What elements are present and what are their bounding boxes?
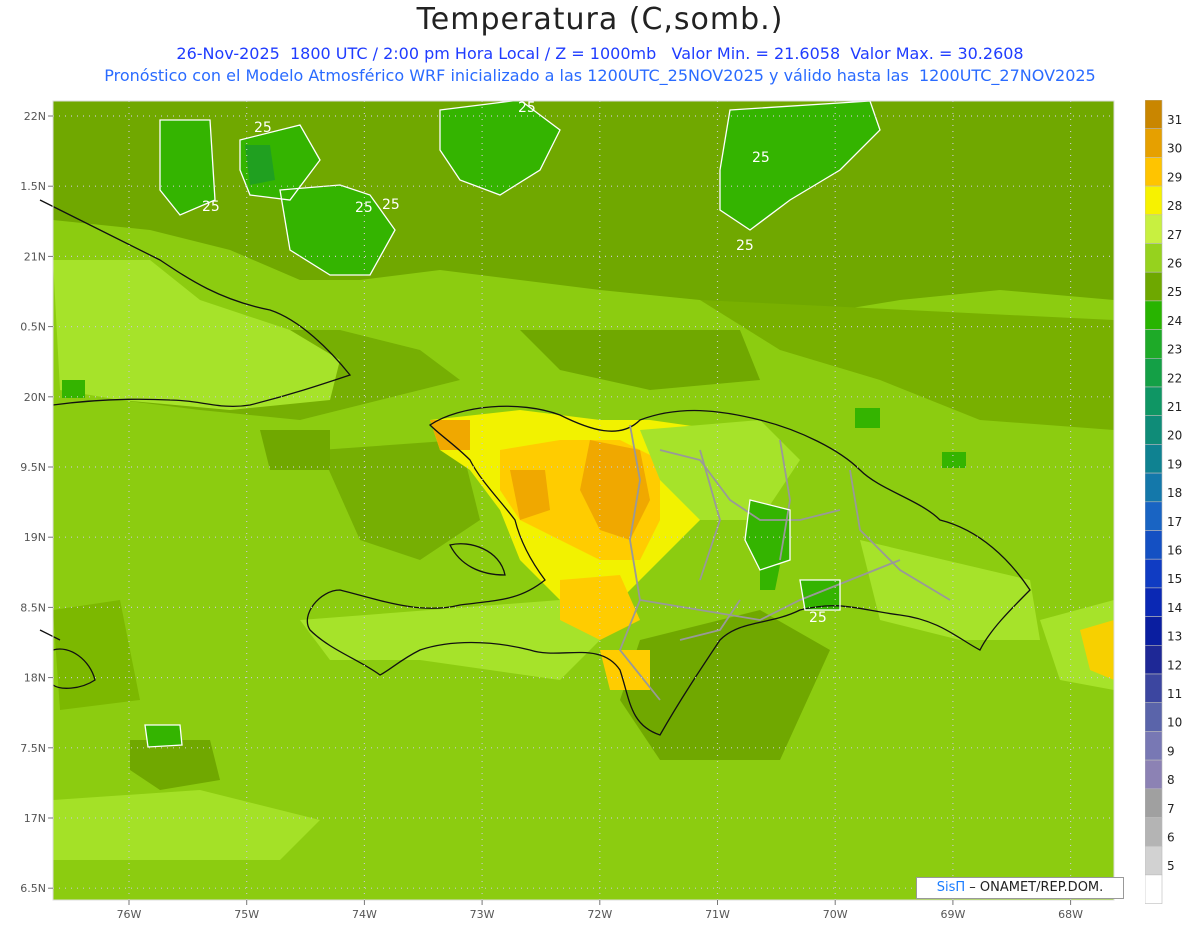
contour-label: 25 [809, 610, 827, 626]
legend-swatch [1145, 530, 1163, 560]
latitude-ticks: 22N 1.5N 21N 0.5N 20N 9.5N 19N 8.5N 18N 7.5N 17N 6.… [20, 110, 53, 895]
legend-swatch [1145, 214, 1163, 244]
legend-swatch [1145, 587, 1163, 617]
legend-swatch [1145, 817, 1163, 847]
lon-tick-label: 70W [823, 908, 848, 921]
lat-tick-label: 19N [24, 531, 46, 544]
legend-label: 12 [1167, 658, 1182, 672]
legend-label: 5 [1167, 859, 1175, 873]
lon-tick-label: 75W [234, 908, 259, 921]
legend-label: 14 [1167, 601, 1182, 615]
legend-label: 24 [1167, 314, 1182, 328]
legend-label: 16 [1167, 544, 1182, 558]
legend-label: 21 [1167, 400, 1182, 414]
contour-label: 25 [202, 199, 220, 215]
legend-swatch [1145, 472, 1163, 503]
lon-tick-label: 74W [352, 908, 377, 921]
legend-swatch [1145, 415, 1163, 445]
legend-label: 11 [1167, 687, 1182, 701]
lat-tick-label: 8.5N [20, 601, 46, 614]
lon-tick-label: 76W [117, 908, 142, 921]
legend-swatch [1145, 759, 1163, 790]
contour-label: 25 [518, 100, 536, 116]
legend-label: 28 [1167, 199, 1182, 213]
legend-swatch [1145, 185, 1163, 216]
legend-label: 7 [1167, 802, 1175, 816]
legend-swatch [1145, 874, 1163, 904]
legend-label: 13 [1167, 630, 1182, 644]
contour-label: 25 [355, 200, 373, 216]
legend-label: 19 [1167, 457, 1182, 471]
legend-swatch [1145, 845, 1163, 876]
lon-tick-label: 69W [940, 908, 965, 921]
legend-swatch [1145, 157, 1163, 187]
legend-swatch [1145, 329, 1163, 359]
lat-tick-label: 17N [24, 812, 46, 825]
legend-swatch [1145, 616, 1163, 646]
legend-label: 27 [1167, 228, 1182, 242]
contour-label: 25 [752, 150, 770, 166]
legend-label: 23 [1167, 343, 1182, 357]
legend-swatch [1145, 558, 1163, 589]
lat-tick-label: 9.5N [20, 461, 46, 474]
legend-label: 26 [1167, 257, 1182, 271]
legend-label: 25 [1167, 285, 1182, 299]
credit-box: SisΠ – ONAMET/REP.DOM. [916, 877, 1124, 899]
legend-label: 30 [1167, 142, 1182, 156]
lat-tick-label: 22N [24, 110, 46, 123]
legend-swatch [1145, 271, 1163, 302]
legend-label: 15 [1167, 572, 1182, 586]
credit-text: – ONAMET/REP.DOM. [965, 880, 1104, 895]
legend-label: 17 [1167, 515, 1182, 529]
legend-label: 10 [1167, 716, 1182, 730]
temperature-map: 25 25 25 25 25 25 25 25 22N 1.5N 21N 0.5N 20… [20, 99, 1115, 921]
legend-swatch [1145, 702, 1163, 732]
legend-swatch [1145, 444, 1163, 474]
contour-label: 25 [254, 120, 272, 136]
lon-tick-label: 72W [587, 908, 612, 921]
legend-swatch [1145, 386, 1163, 417]
color-legend: 31 30 29 28 27 26 25 24 23 22 21 20 19 18 17 16 15 14 13 12… [1145, 100, 1182, 904]
legend-swatch [1145, 731, 1163, 761]
contour-label: 25 [382, 197, 400, 213]
legend-label: 22 [1167, 371, 1182, 385]
legend-swatch [1145, 300, 1163, 330]
legend-label: 31 [1167, 113, 1182, 127]
legend-label: 18 [1167, 486, 1182, 500]
longitude-ticks: 76W 75W 74W 73W 72W 71W 70W 69W 68W [117, 900, 1083, 921]
legend-label: 9 [1167, 744, 1175, 758]
lat-tick-label: 0.5N [20, 321, 46, 334]
lon-tick-label: 71W [705, 908, 730, 921]
lat-tick-label: 6.5N [20, 882, 46, 895]
lat-tick-label: 7.5N [20, 742, 46, 755]
lat-tick-label: 18N [24, 672, 46, 685]
brand-logo: SisΠ [936, 880, 966, 895]
legend-swatch [1145, 673, 1163, 704]
legend-swatch [1145, 357, 1163, 388]
legend-label: 6 [1167, 831, 1175, 845]
lat-tick-label: 21N [24, 250, 46, 263]
lat-tick-label: 1.5N [20, 180, 46, 193]
contour-label: 25 [736, 238, 754, 254]
legend-label: 29 [1167, 170, 1182, 184]
lon-tick-label: 68W [1058, 908, 1083, 921]
legend-swatch [1145, 788, 1163, 818]
legend-label: 20 [1167, 429, 1182, 443]
map-field [53, 101, 1114, 900]
lon-tick-label: 73W [470, 908, 495, 921]
legend-swatch [1145, 100, 1163, 130]
lat-tick-label: 20N [24, 391, 46, 404]
legend-swatch [1145, 243, 1163, 273]
legend-label: 8 [1167, 773, 1175, 787]
legend-swatch [1145, 501, 1163, 531]
legend-swatch [1145, 128, 1163, 158]
legend-swatch [1145, 644, 1163, 675]
